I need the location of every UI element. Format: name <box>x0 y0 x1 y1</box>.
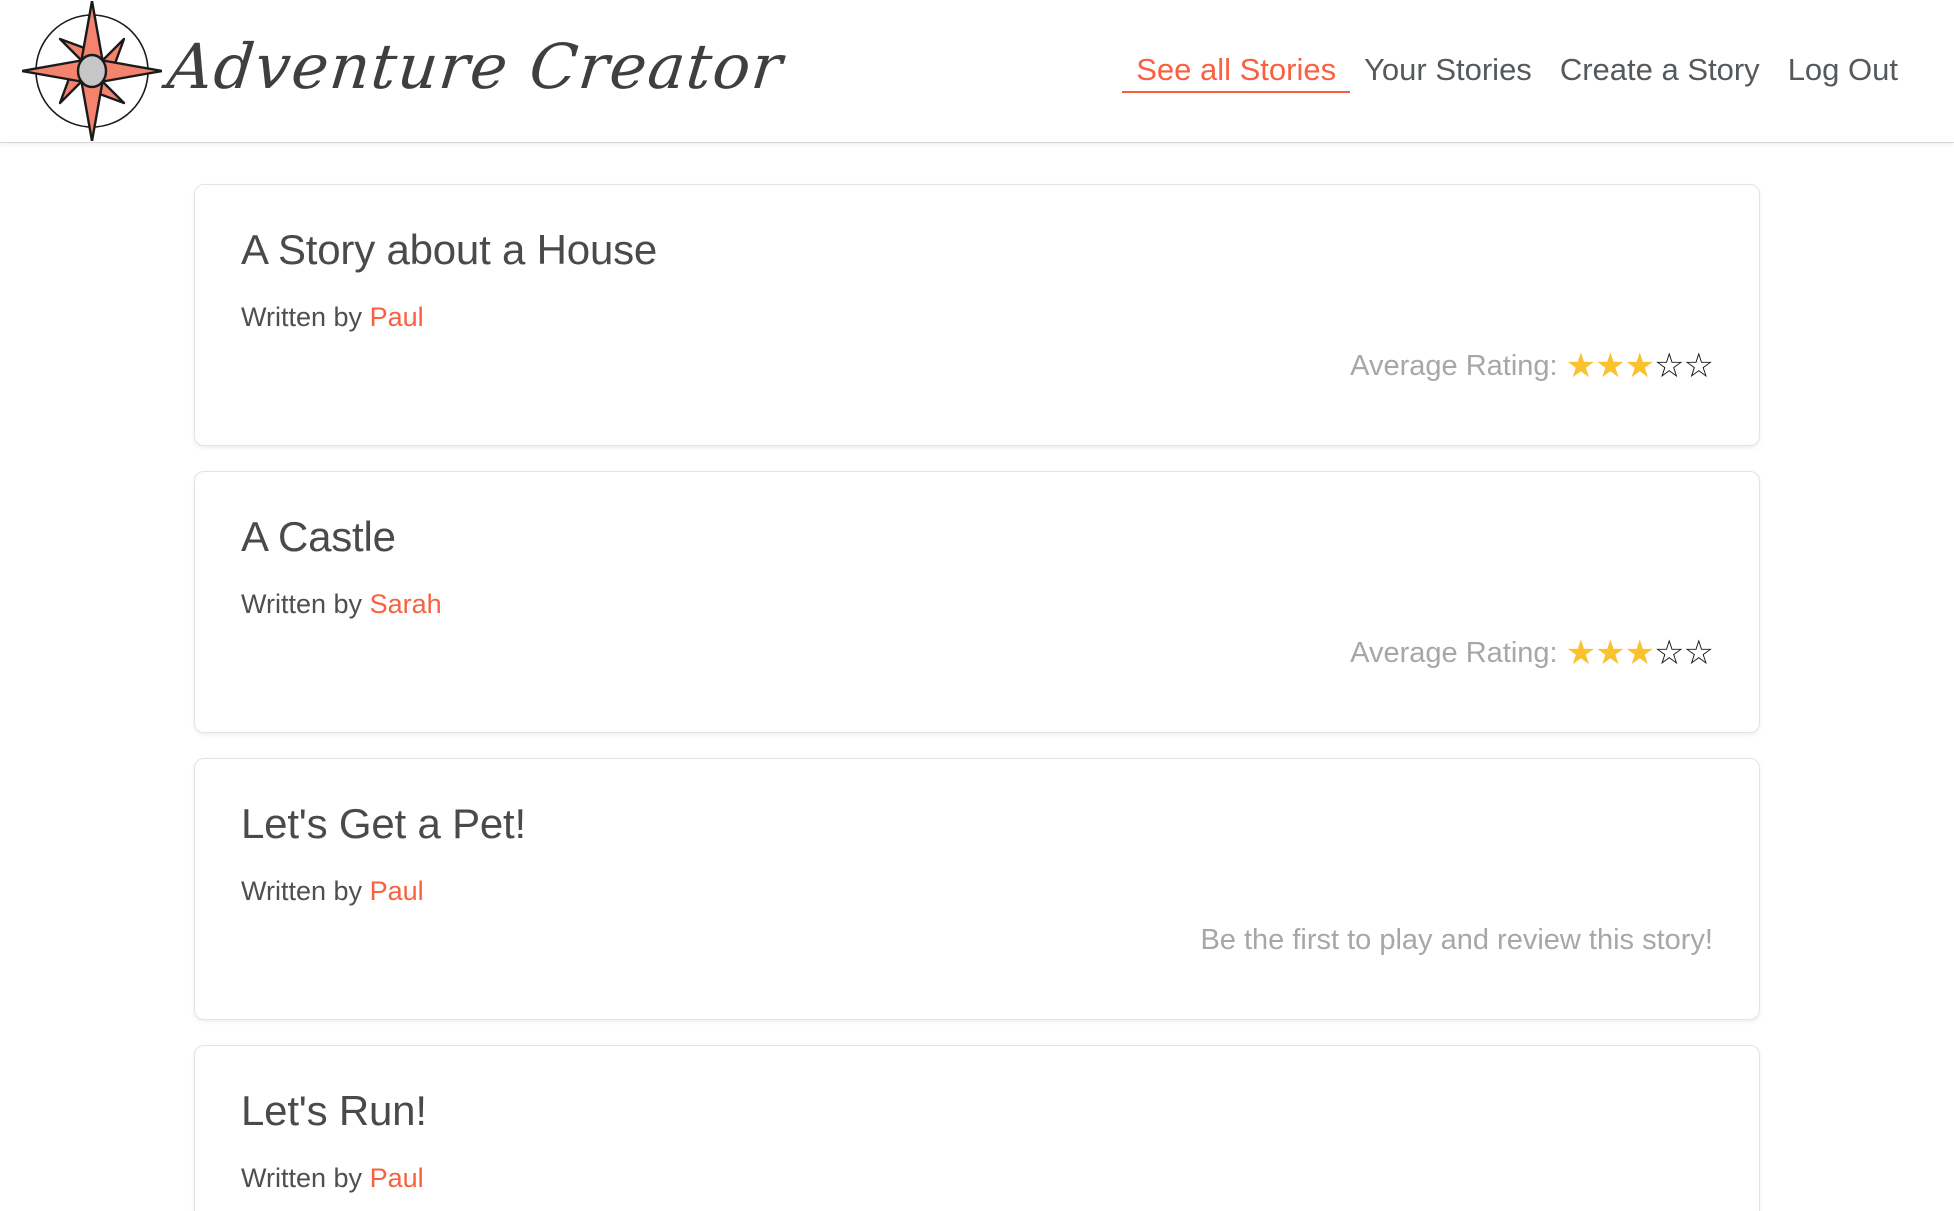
byline-prefix: Written by <box>241 589 363 620</box>
byline-prefix: Written by <box>241 302 363 333</box>
story-author[interactable]: Paul <box>370 302 424 332</box>
star-empty-icon: ☆ <box>1683 633 1715 672</box>
star-empty-icon: ☆ <box>1654 633 1685 672</box>
story-card[interactable]: A Castle Written by Sarah Average Rating: ★… <box>194 471 1760 733</box>
star-empty-icon: ☆ <box>1654 346 1685 385</box>
story-author[interactable]: Sarah <box>370 589 442 619</box>
star-filled-icon: ★ <box>1565 633 1597 672</box>
nav-create-a-story[interactable]: Create a Story <box>1546 49 1774 93</box>
story-title[interactable]: Let's Run! <box>241 1086 1713 1136</box>
average-rating-label: Average Rating: <box>1350 636 1558 669</box>
story-card[interactable]: Let's Get a Pet! Written by Paul Be the fi… <box>194 758 1760 1020</box>
nav-log-out[interactable]: Log Out <box>1774 49 1912 93</box>
nav-see-all-stories[interactable]: See all Stories <box>1122 49 1351 94</box>
story-meta <box>241 1207 1713 1211</box>
compass-rose-icon <box>20 0 164 143</box>
star-empty-icon: ☆ <box>1683 346 1715 385</box>
story-meta: Average Rating: ★ ★ ★ ☆ ☆ <box>241 346 1715 386</box>
story-author[interactable]: Paul <box>370 1163 424 1193</box>
story-byline: Written by Paul <box>241 875 1713 907</box>
star-filled-icon: ★ <box>1624 346 1656 385</box>
stories-list: A Story about a House Written by Paul Aver… <box>194 184 1760 1211</box>
brand-name: Adventure Creator <box>164 30 787 103</box>
stories-main: A Story about a House Written by Paul Aver… <box>0 143 1954 1211</box>
story-card[interactable]: Let's Run! Written by Paul <box>194 1045 1760 1211</box>
byline-prefix: Written by <box>241 1163 363 1194</box>
story-title[interactable]: Let's Get a Pet! <box>241 799 1713 849</box>
average-rating-label: Average Rating: <box>1350 349 1558 382</box>
star-filled-icon: ★ <box>1624 633 1656 672</box>
rating-stars: ★ ★ ★ ☆ ☆ <box>1565 633 1715 672</box>
story-byline: Written by Paul <box>241 1162 1713 1194</box>
byline-prefix: Written by <box>241 876 363 907</box>
nav-your-stories[interactable]: Your Stories <box>1350 49 1546 93</box>
story-byline: Written by Paul <box>241 301 1713 333</box>
rating-stars: ★ ★ ★ ☆ ☆ <box>1565 346 1715 385</box>
story-title[interactable]: A Castle <box>241 512 1713 562</box>
story-title[interactable]: A Story about a House <box>241 225 1713 275</box>
story-meta: Average Rating: ★ ★ ★ ☆ ☆ <box>241 633 1715 673</box>
story-byline: Written by Sarah <box>241 588 1713 620</box>
star-filled-icon: ★ <box>1565 346 1597 385</box>
story-author[interactable]: Paul <box>370 876 424 906</box>
star-filled-icon: ★ <box>1595 346 1626 385</box>
story-meta: Be the first to play and review this sto… <box>241 920 1713 960</box>
brand-home-link[interactable]: Adventure Creator <box>20 0 787 143</box>
star-filled-icon: ★ <box>1595 633 1626 672</box>
main-navigation: See all Stories Your Stories Create a St… <box>1122 49 1912 94</box>
site-header: Adventure Creator See all Stories Your S… <box>0 0 1954 143</box>
story-card[interactable]: A Story about a House Written by Paul Aver… <box>194 184 1760 446</box>
no-rating-message: Be the first to play and review this sto… <box>1200 923 1713 956</box>
